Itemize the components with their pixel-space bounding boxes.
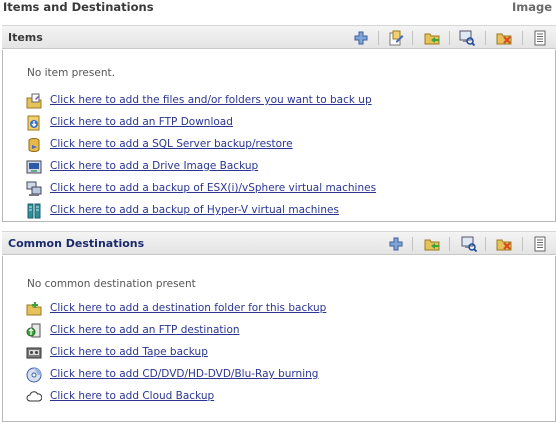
add-destination-folder-link[interactable]: Click here to add a destination folder f… (50, 302, 326, 314)
edit-icon[interactable] (388, 30, 404, 46)
properties-icon[interactable] (532, 236, 548, 252)
add-sql-server-link[interactable]: Click here to add a SQL Server backup/re… (50, 138, 293, 150)
delete-icon[interactable] (496, 236, 512, 252)
toolbar-separator (449, 31, 450, 45)
items-empty-message: No item present. (27, 67, 115, 79)
add-hyperv-backup-link[interactable]: Click here to add a backup of Hyper-V vi… (50, 204, 339, 216)
items-section-label: Items (8, 31, 43, 44)
toolbar-separator (412, 237, 413, 251)
add-tape-backup-link[interactable]: Click here to add Tape backup (50, 346, 208, 358)
browse-icon[interactable] (459, 30, 475, 46)
vsphere-icon (26, 181, 42, 196)
open-folder-icon[interactable] (424, 30, 440, 46)
disc-icon (26, 367, 42, 383)
toolbar-separator (449, 237, 450, 251)
add-cloud-backup-link[interactable]: Click here to add Cloud Backup (50, 390, 214, 402)
items-section-header: Items (2, 25, 556, 49)
destinations-panel: No common destination present Click here… (2, 256, 556, 422)
toolbar-separator (522, 237, 523, 251)
browse-icon[interactable] (461, 236, 477, 252)
items-panel: No item present. Click here to add the f… (2, 50, 556, 222)
properties-icon[interactable] (532, 30, 548, 46)
add-ftp-download-link[interactable]: Click here to add an FTP Download (50, 116, 233, 128)
image-tab-label[interactable]: Image (512, 0, 552, 14)
hyperv-icon (27, 203, 41, 219)
add-disc-burning-link[interactable]: Click here to add CD/DVD/HD-DVD/Blu-Ray … (50, 368, 318, 380)
toolbar-separator (412, 31, 413, 45)
toolbar-separator (378, 31, 379, 45)
open-folder-icon[interactable] (424, 236, 440, 252)
destinations-empty-message: No common destination present (27, 278, 196, 290)
destinations-section-label: Common Destinations (8, 237, 145, 250)
ftp-download-icon (27, 115, 40, 131)
sql-server-icon (28, 138, 40, 153)
drive-image-icon (26, 160, 42, 174)
add-drive-image-link[interactable]: Click here to add a Drive Image Backup (50, 160, 258, 172)
toolbar-separator (522, 31, 523, 45)
add-ftp-destination-link[interactable]: Click here to add an FTP destination (50, 324, 240, 336)
destination-folder-icon (26, 302, 42, 316)
add-files-folders-link[interactable]: Click here to add the files and/or folde… (50, 94, 372, 106)
add-vsphere-backup-link[interactable]: Click here to add a backup of ESX(i)/vSp… (50, 182, 376, 194)
toolbar-separator (485, 237, 486, 251)
ftp-destination-icon (26, 323, 41, 338)
delete-icon[interactable] (496, 30, 512, 46)
files-folders-icon (26, 93, 42, 109)
cloud-icon (26, 391, 42, 402)
page-title: Items and Destinations (3, 0, 154, 14)
add-icon[interactable] (353, 30, 369, 46)
toolbar-separator (485, 31, 486, 45)
tape-icon (26, 347, 42, 359)
destinations-section-header: Common Destinations (2, 231, 556, 255)
add-icon[interactable] (388, 236, 404, 252)
